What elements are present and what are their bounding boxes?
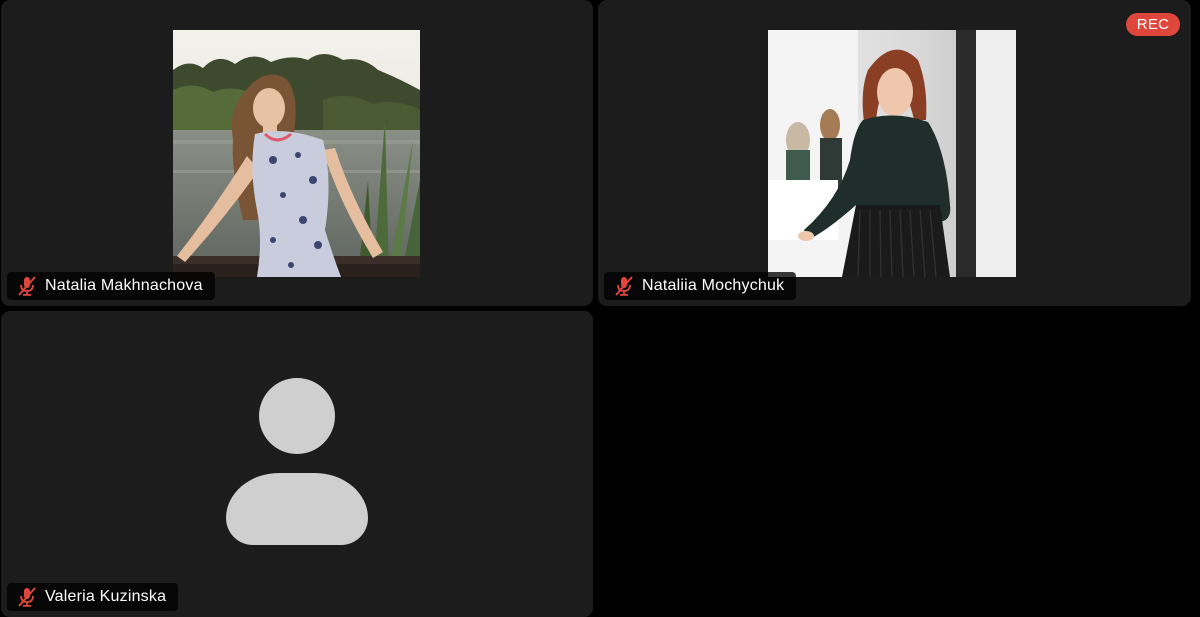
participant-photo-image	[173, 30, 420, 277]
participant-name-tag: Valeria Kuzinska	[7, 583, 179, 611]
participant-name-label: Natalia Makhnachova	[45, 277, 203, 294]
participant-tile-valeria-kuzinska[interactable]: Valeria Kuzinska	[1, 311, 593, 617]
recording-indicator-badge: REC	[1126, 13, 1180, 36]
participant-name-tag: Nataliia Mochychuk	[604, 272, 797, 300]
participant-name-label: Valeria Kuzinska	[45, 588, 167, 605]
participant-name-tag: Natalia Makhnachova	[7, 272, 215, 300]
participant-tile-natalia-makhnachova[interactable]: Natalia Makhnachova	[1, 0, 593, 306]
muted-microphone-icon	[18, 276, 36, 296]
muted-microphone-icon	[18, 587, 36, 607]
participant-tile-nataliia-mochychuk[interactable]: REC Nataliia Mochychuk	[598, 0, 1191, 306]
avatar-head	[259, 378, 335, 454]
muted-microphone-icon	[615, 276, 633, 296]
participant-name-label: Nataliia Mochychuk	[642, 277, 785, 294]
participant-photo-image	[768, 30, 1016, 277]
avatar-body	[226, 473, 368, 545]
participant-video-photo	[173, 30, 420, 277]
avatar-placeholder-icon	[226, 378, 368, 545]
participant-video-photo	[768, 30, 1016, 277]
